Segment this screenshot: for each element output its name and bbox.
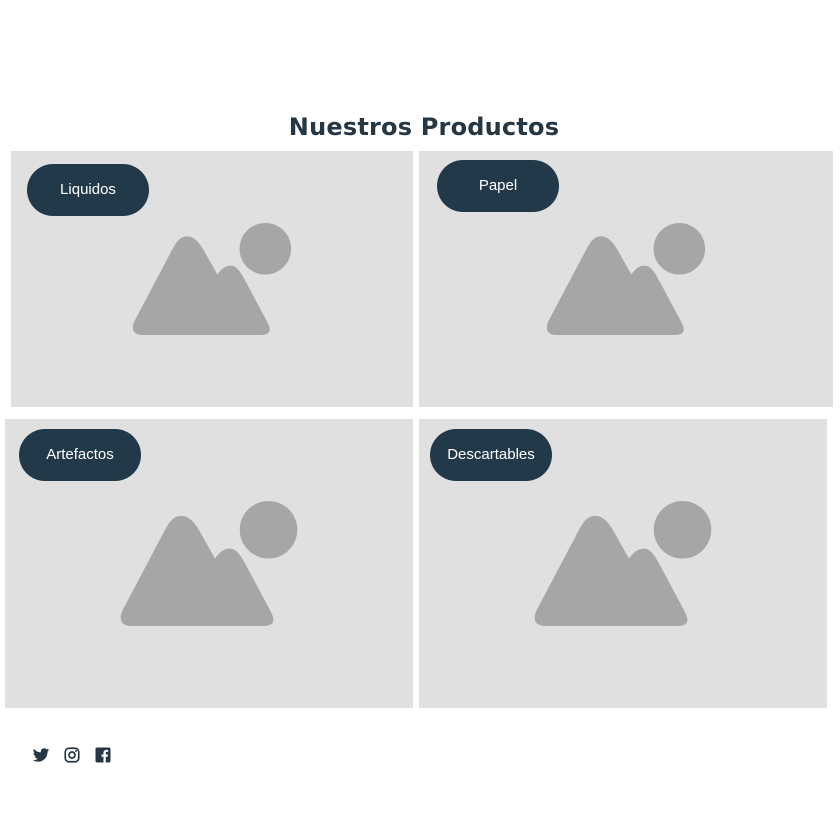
product-card-papel[interactable]: Papel — [419, 151, 833, 407]
product-card-liquidos[interactable]: Liquidos — [11, 151, 413, 407]
social-links — [32, 746, 112, 764]
image-placeholder-icon — [534, 501, 712, 626]
instagram-icon[interactable] — [63, 746, 81, 764]
facebook-icon[interactable] — [94, 746, 112, 764]
products-page: Nuestros Productos Liquidos Papel Artefa… — [0, 0, 840, 840]
image-placeholder-icon — [120, 501, 298, 626]
image-placeholder-icon — [132, 223, 292, 335]
product-card-descartables[interactable]: Descartables — [419, 419, 827, 708]
category-button-descartables[interactable]: Descartables — [430, 429, 552, 481]
image-placeholder-icon — [546, 223, 706, 335]
twitter-icon[interactable] — [32, 746, 50, 764]
category-button-artefactos[interactable]: Artefactos — [19, 429, 141, 481]
category-button-papel[interactable]: Papel — [437, 160, 559, 212]
product-card-artefactos[interactable]: Artefactos — [5, 419, 413, 708]
category-button-liquidos[interactable]: Liquidos — [27, 164, 149, 216]
page-title: Nuestros Productos — [288, 113, 560, 141]
